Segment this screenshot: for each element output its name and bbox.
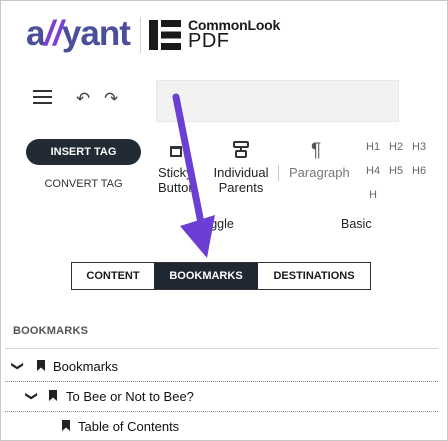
heading-h3-button[interactable]: H3 xyxy=(412,141,426,153)
search-input[interactable] xyxy=(157,81,398,121)
heading-h6-button[interactable]: H6 xyxy=(412,165,426,177)
panel-divider xyxy=(5,348,438,349)
heading-h1-button[interactable]: H1 xyxy=(366,141,380,153)
individual-parents-icon[interactable] xyxy=(232,141,250,159)
heading-h5-button[interactable]: H5 xyxy=(389,165,403,177)
sticky-buttons-icon[interactable] xyxy=(170,146,182,157)
ribbon-group-toggle-label: Toggle xyxy=(197,217,234,231)
panel-tab-switcher: CONTENT BOOKMARKS DESTINATIONS xyxy=(71,262,371,290)
tree-item-label: To Bee or Not to Bee? xyxy=(66,389,194,404)
tree-item-label: Table of Contents xyxy=(78,419,180,434)
tree-item-label: Bookmarks xyxy=(53,359,119,374)
sticky-buttons-label[interactable]: Sticky Buttons xyxy=(158,165,192,195)
bookmarks-section-title: BOOKMARKS xyxy=(13,325,89,337)
undo-icon[interactable]: ↶ xyxy=(76,89,90,109)
search-field[interactable] xyxy=(156,80,399,122)
redo-icon[interactable]: ↷ xyxy=(104,89,118,109)
individual-parents-label[interactable]: Individual Parents xyxy=(206,165,276,195)
commonlook-logo-icon xyxy=(149,20,181,50)
ribbon-group-basic-label: Basic xyxy=(341,217,372,231)
tab-bookmarks[interactable]: BOOKMARKS xyxy=(154,263,258,289)
chevron-down-icon[interactable]: ❯ xyxy=(25,391,39,401)
tree-item-table-of-contents[interactable]: Table of Contents xyxy=(5,411,438,441)
tree-item-bookmarks[interactable]: ❯ Bookmarks xyxy=(5,351,438,382)
heading-h4-button[interactable]: H4 xyxy=(366,165,380,177)
convert-tag-button[interactable]: CONVERT TAG xyxy=(26,178,141,190)
heading-h-button[interactable]: H xyxy=(369,189,377,201)
ribbon-divider xyxy=(278,165,279,181)
pdf-wordmark: PDF xyxy=(188,30,230,52)
paragraph-icon[interactable]: ¶ xyxy=(311,140,321,162)
tab-destinations[interactable]: DESTINATIONS xyxy=(258,263,370,289)
heading-h2-button[interactable]: H2 xyxy=(389,141,403,153)
hamburger-icon[interactable] xyxy=(33,90,52,104)
bookmark-icon xyxy=(37,360,45,371)
logo-divider xyxy=(140,17,141,53)
bookmark-icon xyxy=(49,390,57,401)
tab-content[interactable]: CONTENT xyxy=(72,263,154,289)
bookmark-icon xyxy=(62,420,70,431)
allyant-logo: a//yant xyxy=(26,14,131,53)
insert-tag-button[interactable]: INSERT TAG xyxy=(26,139,141,165)
tree-item-to-bee[interactable]: ❯ To Bee or Not to Bee? xyxy=(5,381,438,412)
chevron-down-icon[interactable]: ❯ xyxy=(11,361,25,371)
paragraph-button-label[interactable]: Paragraph xyxy=(289,165,350,180)
